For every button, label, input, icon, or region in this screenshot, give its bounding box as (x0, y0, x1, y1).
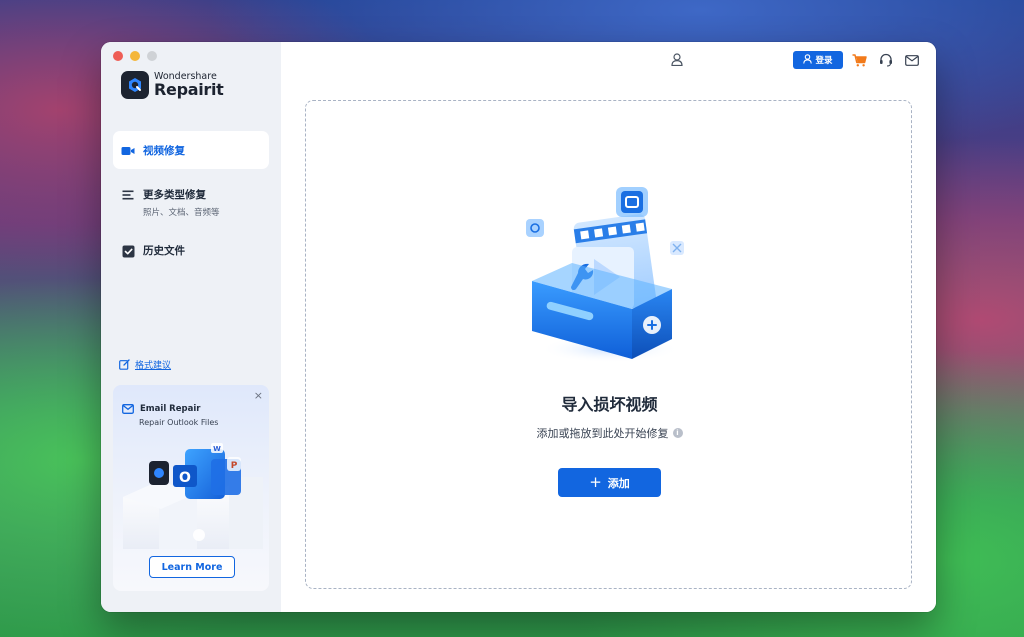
sidebar-item-sublabel: 照片、文档、音频等 (143, 208, 220, 218)
sidebar-item-label: 视频修复 (143, 144, 185, 157)
svg-text:O: O (179, 470, 191, 486)
sidebar-item-label: 历史文件 (143, 245, 185, 257)
mail-icon (122, 399, 134, 418)
video-repair-illustration (522, 177, 692, 371)
learn-more-button[interactable]: Learn More (149, 556, 235, 578)
history-check-icon (121, 244, 135, 258)
sidebar: Wondershare Repairit 视频修复 更多类型修复 照片、文档、音… (101, 42, 281, 612)
minimize-window-button[interactable] (130, 51, 140, 61)
add-video-button[interactable]: + 添加 (558, 468, 661, 497)
add-label: 添加 (607, 476, 630, 490)
edit-note-icon (119, 355, 130, 374)
logo-product-text: Repairit (154, 80, 224, 100)
drop-zone-title: 导入损坏视频 (561, 395, 658, 414)
close-icon[interactable]: × (254, 389, 263, 402)
sidebar-item-more-repair[interactable]: 更多类型修复 照片、文档、音频等 (113, 187, 269, 223)
cart-icon[interactable] (851, 52, 867, 68)
sidebar-item-history[interactable]: 历史文件 (113, 243, 269, 263)
email-repair-promo-card: × Email Repair Repair Outlook Files O P … (113, 385, 269, 591)
drop-zone-subtitle: 添加或拖放到此处开始修复 (536, 427, 669, 440)
format-suggestion-label: 格式建议 (135, 361, 172, 371)
mail-icon[interactable] (904, 52, 920, 68)
window-controls (113, 51, 157, 61)
headset-support-icon[interactable] (878, 52, 894, 68)
app-logo: Wondershare Repairit (121, 71, 224, 99)
outlook-illustration: O P W (119, 437, 269, 553)
promo-title: Email Repair (140, 403, 201, 414)
main-panel: 登录 导入损坏视频 添加或拖放到此处开始修复 i + 添加 (281, 42, 936, 612)
user-account-icon[interactable] (671, 51, 683, 70)
login-button[interactable]: 登录 (793, 51, 843, 69)
close-window-button[interactable] (113, 51, 123, 61)
sidebar-item-label: 更多类型修复 (143, 189, 206, 201)
info-icon[interactable]: i (672, 428, 683, 438)
svg-text:P: P (231, 461, 238, 471)
repairit-logo-icon (121, 71, 149, 99)
zoom-window-button[interactable] (147, 51, 157, 61)
promo-subtitle: Repair Outlook Files (139, 418, 219, 427)
sidebar-item-video-repair[interactable]: 视频修复 (113, 131, 269, 169)
format-suggestion-link[interactable]: 格式建议 (119, 355, 171, 374)
app-window: Wondershare Repairit 视频修复 更多类型修复 照片、文档、音… (101, 42, 936, 612)
plus-icon: + (589, 472, 602, 491)
video-camera-icon (121, 144, 135, 158)
login-label: 登录 (815, 56, 833, 66)
svg-text:W: W (213, 445, 221, 453)
drop-zone-subtitle-row: 添加或拖放到此处开始修复 i (306, 425, 913, 441)
user-icon (803, 53, 813, 67)
list-icon (121, 188, 135, 202)
video-drop-zone[interactable]: 导入损坏视频 添加或拖放到此处开始修复 i + 添加 (305, 100, 912, 589)
